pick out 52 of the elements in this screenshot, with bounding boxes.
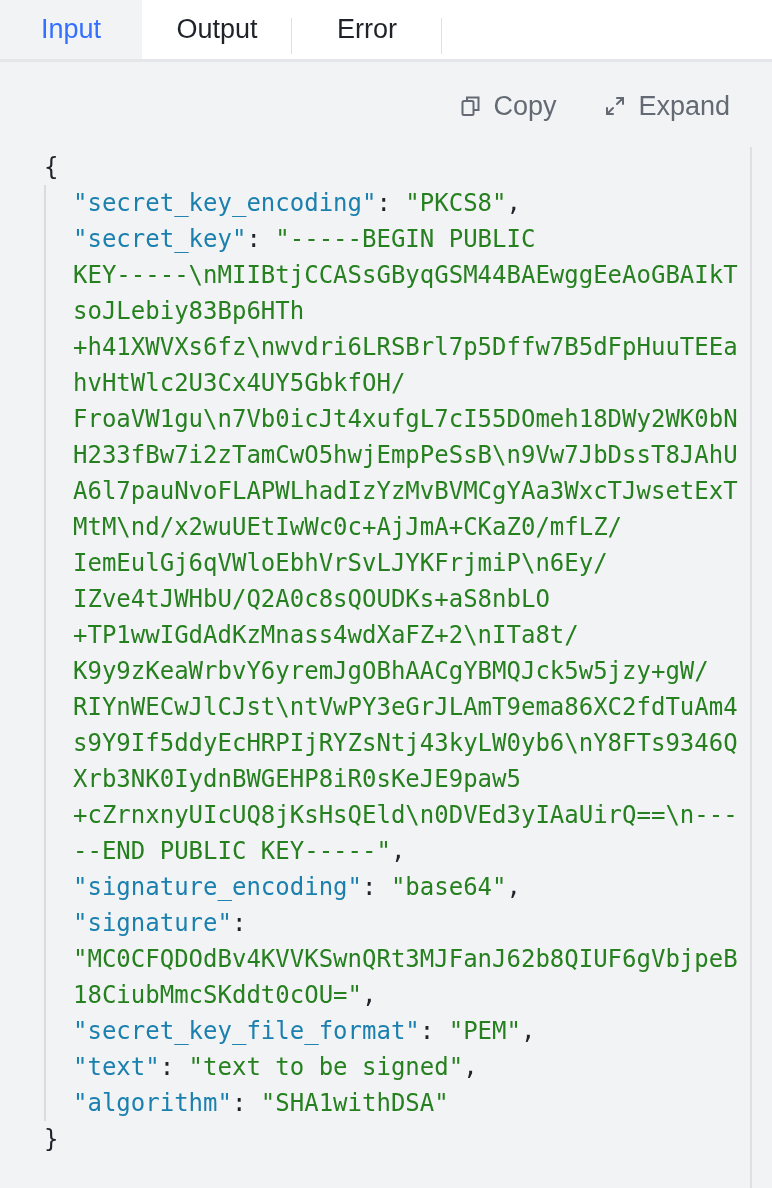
copy-button[interactable]: Copy (461, 86, 557, 127)
json-key: "secret_key_encoding" (73, 188, 377, 217)
json-string: "MC0CFQDOdBv4KVVKSwnQRt3MJFanJ62b8QIUF6gVbjpeB (73, 944, 738, 973)
json-string: "base64" (390, 872, 507, 901)
close-brace: } (44, 1123, 59, 1155)
json-string: s9Y9If5ddyEcHRPIjRYZsNtj43kyLW0yb6\nY8FTs9346Q (73, 728, 738, 757)
json-punctuation: : (159, 1052, 176, 1081)
json-key: "algorithm" (73, 1088, 232, 1117)
json-string: "SHA1withDSA" (260, 1088, 449, 1117)
json-string: soJLebiy83Bp6HTh (73, 296, 305, 325)
open-brace: { (44, 151, 59, 183)
json-string: MtM\nd/x2wuUEtIwWc0c+AjJmA+CKaZ0/mfLZ/ (73, 512, 623, 541)
json-punctuation: : (376, 188, 392, 217)
json-punctuation: , (390, 836, 406, 865)
json-punctuation: : (362, 872, 378, 901)
json-punctuation: : (231, 908, 247, 937)
json-punctuation: : (231, 1088, 248, 1117)
json-string: "PKCS8" (405, 188, 507, 217)
json-key: "text" (73, 1052, 160, 1081)
json-key: "signature" (73, 908, 232, 937)
expand-icon (604, 95, 627, 118)
json-key: "signature_encoding" (73, 872, 362, 901)
expand-button[interactable]: Expand (604, 86, 730, 127)
json-string: +TP1wwIGdAdKzMnass4wdXaFZ+2\nITa8t/ (73, 620, 579, 649)
json-string: A6l7pauNvoFLAPWLhadIzYzMvBVMCgYAa3WxcTJwsetExT (73, 476, 738, 505)
json-punctuation: , (520, 1016, 536, 1045)
json-string: +h41XWVXs6fz\nwvdri6LRSBrl7p5Dffw7B5dFpHuuTEEa (73, 332, 738, 361)
json-punctuation: , (506, 188, 521, 217)
json-string: IZve4tJWHbU/Q2A0c8sQOUDKs+aS8nbLO (73, 584, 550, 613)
json-string: --END PUBLIC KEY-----" (73, 836, 391, 865)
json-string: K9y9zKeaWrbvY6yremJgOBhAACgYBMQJck5w5jzy+gW/ (73, 656, 709, 685)
json-string: "text to be signed" (188, 1052, 464, 1081)
json-key: "secret_key_file_format" (73, 1016, 420, 1045)
json-key: "secret_key" (73, 224, 247, 253)
json-string: "-----BEGIN PUBLIC (275, 224, 536, 253)
json-punctuation: : (419, 1016, 436, 1045)
json-string: RIYnWECwJlCJst\ntVwPY3eGrJLAmT9ema86XC2fdTuAm4 (73, 692, 738, 721)
json-punctuation: , (362, 980, 377, 1009)
json-string: H233fBw7i2zTamCwO5hwjEmpPeSsB\n9Vw7JbDssT8JAhU (73, 440, 738, 469)
json-string: IemEulGj6qVWloEbhVrSvLJYKFrjmiP\n6Ey/ (73, 548, 608, 577)
json-string: 18CiubMmcSKddt0cOU=" (73, 980, 362, 1009)
json-string: hvHtWlc2U3Cx4UY5GbkfOH/ (73, 368, 406, 397)
json-punctuation: , (506, 872, 521, 901)
json-string: KEY-----\nMIIBtjCCASsGByqGSM44BAEwggEeAoGBAIkT (73, 260, 738, 289)
tab[interactable]: Input (0, 0, 142, 59)
json-string: +cZrnxnyUIcUQ8jKsHsQEld\n0DVEd3yIAaUirQ==\n--- (73, 800, 738, 829)
json-string: Xrb3NK0IydnBWGEHP8iR0sKeJE9paw5 (73, 764, 521, 793)
json-string: FroaVW1gu\n7Vb0icJt4xufgL7cI55DOmeh18DWy2WK0bN (73, 404, 738, 433)
json-punctuation: , (463, 1052, 478, 1081)
json-string: "PEM" (448, 1016, 521, 1045)
copy-icon (461, 95, 482, 118)
json-punctuation: : (246, 224, 262, 253)
